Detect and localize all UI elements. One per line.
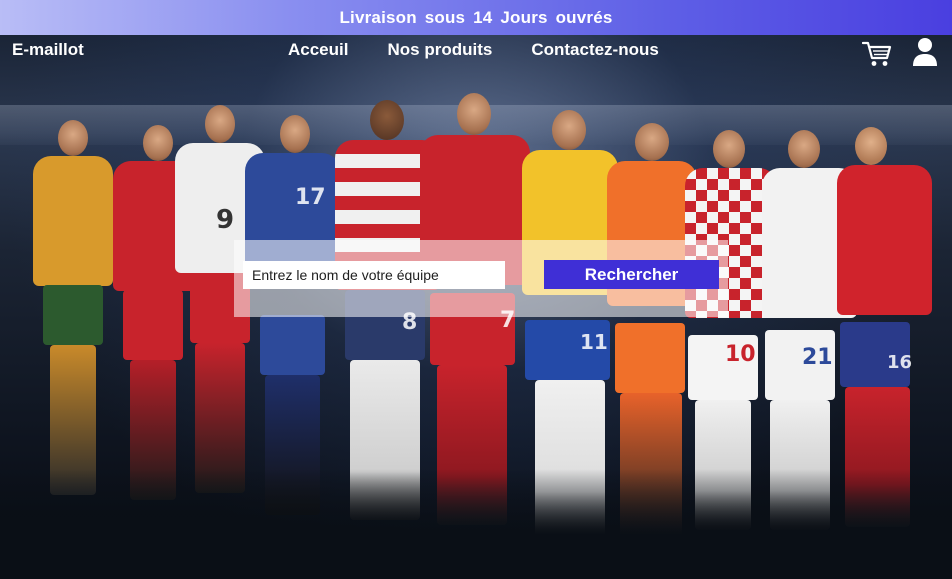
search-panel: Rechercher	[234, 240, 728, 317]
nav-link-accueil[interactable]: Acceuil	[288, 40, 348, 60]
jersey-number: 11	[580, 330, 608, 354]
pitch-ground	[0, 469, 952, 579]
shopping-cart-icon[interactable]	[861, 40, 892, 68]
jersey-number: 9	[216, 205, 235, 235]
nav-links: Acceuil Nos produits Contactez-nous	[288, 40, 659, 60]
nav-link-contactez-nous[interactable]: Contactez-nous	[531, 40, 659, 60]
top-navigation: E-maillot Acceuil Nos produits Contactez…	[0, 35, 952, 69]
jersey-number: 17	[295, 185, 326, 210]
jersey-number: 21	[802, 345, 833, 370]
nav-link-nos-produits[interactable]: Nos produits	[387, 40, 492, 60]
search-button[interactable]: Rechercher	[544, 260, 719, 289]
user-account-icon[interactable]	[912, 37, 938, 67]
jersey-number: 16	[887, 352, 913, 373]
brand-logo[interactable]: E-maillot	[12, 40, 84, 60]
jersey-number: 10	[725, 342, 756, 367]
promo-banner: Livraison sous 14 Jours ouvrés	[0, 0, 952, 35]
team-search-input[interactable]	[243, 261, 505, 289]
promo-banner-text: Livraison sous 14 Jours ouvrés	[339, 7, 613, 27]
